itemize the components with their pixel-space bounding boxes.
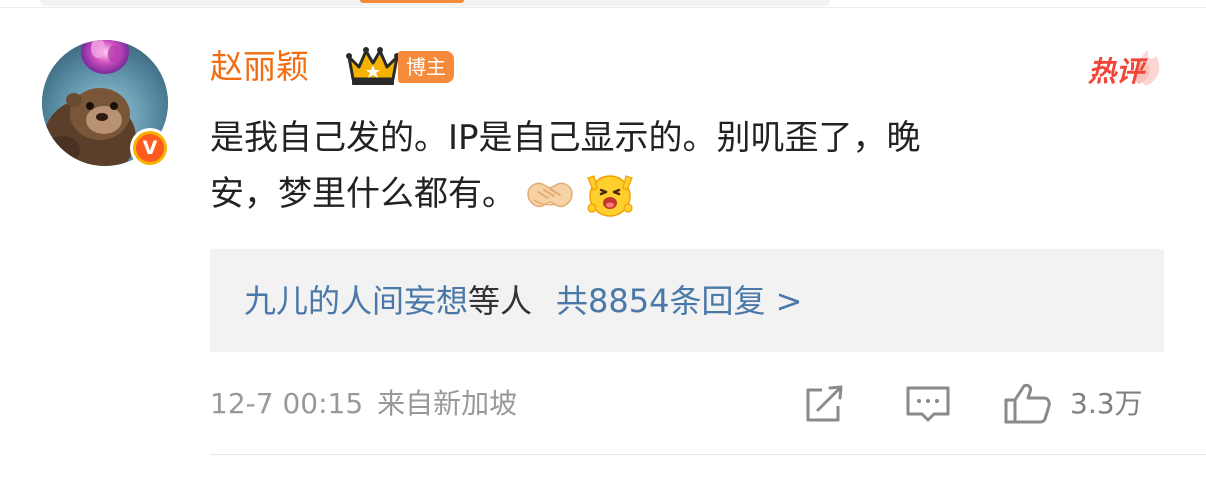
edit-share-icon	[806, 385, 843, 422]
replies-summary[interactable]: 九儿的人间妄想等人 共8854条回复 >	[244, 277, 802, 325]
comment-meta: 12-7 00:15 来自新加坡	[210, 384, 517, 424]
comment-page: V 赵丽颖 博主 热评 是我自己发的。IP是自己显示的。别叽歪了，晚 安，梦里什…	[0, 0, 1206, 479]
previous-card-edge	[0, 0, 1206, 8]
hot-comment-label: 热评	[1086, 36, 1164, 92]
handshake-emoji-icon	[527, 182, 573, 208]
verified-v-icon: V	[136, 134, 164, 162]
verified-badge-ring: V	[133, 131, 167, 165]
avatar-container[interactable]: V	[42, 40, 172, 170]
reply-suffix: 等人	[468, 282, 533, 320]
comment-icon	[906, 386, 950, 422]
like-count: 3.3万	[1070, 387, 1143, 420]
previous-card-accent	[360, 0, 464, 3]
timestamp: 12-7 00:15	[210, 387, 364, 420]
verified-badge: V	[130, 128, 170, 168]
hot-comment-text: 热评	[1088, 55, 1145, 88]
location-source: 来自新加坡	[377, 387, 518, 420]
yeah-emoji-icon	[587, 175, 633, 217]
blogger-badge: 博主	[398, 51, 454, 83]
repost-button[interactable]	[800, 382, 850, 426]
comment-text-line2-row: 安，梦里什么都有。	[210, 166, 1160, 222]
comment-text-line2: 安，梦里什么都有。	[210, 174, 516, 214]
reply-user-link[interactable]: 九儿的人间妄想	[244, 282, 468, 320]
comment-button[interactable]	[904, 382, 954, 426]
reply-count-link[interactable]: 共8854条回复 >	[556, 282, 802, 320]
comment-text: 是我自己发的。IP是自己显示的。别叽歪了，晚 安，梦里什么都有。	[210, 110, 1160, 222]
thumbs-up-icon	[1004, 383, 1051, 424]
top-divider	[0, 7, 1206, 8]
author-name[interactable]: 赵丽颖	[210, 45, 309, 89]
replies-box[interactable]: 九儿的人间妄想等人 共8854条回复 >	[210, 249, 1164, 352]
like-button[interactable]	[1002, 382, 1056, 426]
bottom-divider	[210, 454, 1206, 455]
crown-icon	[346, 45, 400, 87]
comment-text-line1: 是我自己发的。IP是自己显示的。别叽歪了，晚	[210, 118, 921, 158]
